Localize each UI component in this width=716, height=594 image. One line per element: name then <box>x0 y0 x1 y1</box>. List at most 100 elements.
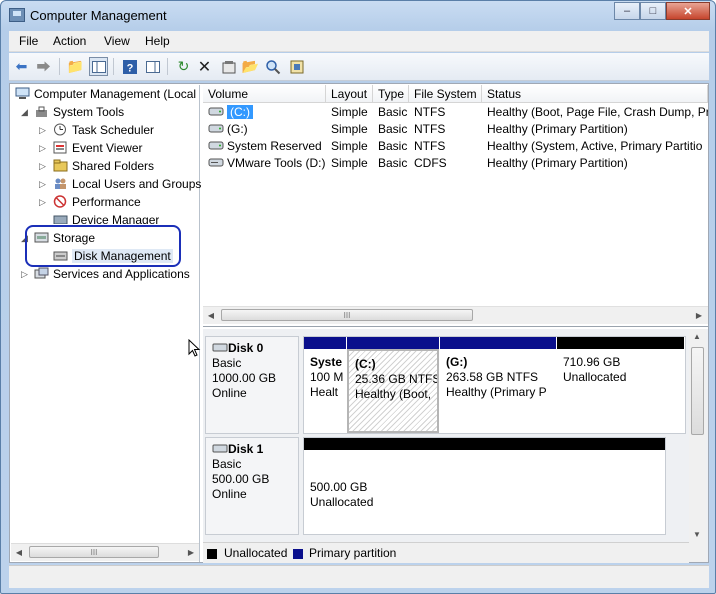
up-folder-icon[interactable]: 📁 <box>66 57 85 76</box>
tree-item-local-users-and-groups[interactable]: ▷ Local Users and Groups <box>39 176 201 193</box>
menu-help[interactable]: Help <box>145 34 170 48</box>
table-row[interactable]: VMware Tools (D:) <box>203 155 326 172</box>
users-icon <box>53 177 68 190</box>
tree-item-label: Local Users and Groups <box>72 177 202 191</box>
back-arrow-icon[interactable]: ⬅ <box>12 57 31 76</box>
maximize-button[interactable]: □ <box>640 2 666 20</box>
refresh-icon[interactable]: ↻ <box>174 57 193 76</box>
partition-size: 25.36 GB NTFS <box>355 372 439 386</box>
partition-size: 500.00 GB <box>310 480 368 494</box>
partition-unallocated[interactable]: 500.00 GB Unallocated <box>304 438 665 534</box>
disk-icon <box>212 444 228 453</box>
disk-1-info[interactable]: Disk 1 Basic 500.00 GB Online <box>205 437 299 535</box>
drive-icon <box>208 141 224 150</box>
cell-status: Healthy (Boot, Page File, Crash Dump, Pr… <box>487 105 708 119</box>
volume-name: VMware Tools (D:) <box>227 156 326 170</box>
table-row[interactable]: System Reserved <box>203 138 326 155</box>
device-manager-icon <box>53 213 68 224</box>
expand-arrow-icon[interactable]: ▷ <box>39 194 46 211</box>
partition-label: (G:) <box>446 355 468 369</box>
column-header-volume[interactable]: Volume <box>203 85 326 103</box>
event-viewer-icon <box>53 141 68 154</box>
partition-c[interactable]: (C:) 25.36 GB NTFS Healthy (Boot, <box>347 337 439 433</box>
cell-status: Healthy (Primary Partition) <box>487 156 628 170</box>
details-pane: Volume Layout Type File System Status (C… <box>203 85 708 563</box>
cell-status: Healthy (System, Active, Primary Partiti… <box>487 139 703 153</box>
partition-g[interactable]: (G:) 263.58 GB NTFS Healthy (Primary P <box>440 337 556 433</box>
menu-view[interactable]: View <box>104 34 130 48</box>
close-button[interactable]: ✕ <box>666 2 710 20</box>
legend-primary-label: Primary partition <box>309 546 397 560</box>
tree-item-device-manager[interactable]: Device Manager <box>39 212 159 224</box>
forward-arrow-icon[interactable]: ⮕ <box>34 57 53 76</box>
tree-item-event-viewer[interactable]: ▷ Event Viewer <box>39 140 142 157</box>
delete-icon[interactable]: ✕ <box>195 57 214 76</box>
scroll-thumb[interactable]: III <box>29 546 159 558</box>
volume-name: (C:) <box>227 105 253 119</box>
scroll-left-icon[interactable]: ◀ <box>11 545 27 560</box>
scroll-thumb[interactable]: III <box>221 309 473 321</box>
expand-arrow-icon[interactable]: ▷ <box>21 266 28 283</box>
column-header-status[interactable]: Status <box>482 85 708 103</box>
expand-arrow-icon[interactable]: ▷ <box>39 140 46 157</box>
column-header-layout[interactable]: Layout <box>326 85 373 103</box>
show-hide-action-pane-icon[interactable] <box>143 57 162 76</box>
tree-item-performance[interactable]: ▷ Performance <box>39 194 141 211</box>
collapse-arrow-icon[interactable]: ◢ <box>21 104 28 121</box>
partition-size: 710.96 GB <box>563 355 621 369</box>
scroll-left-icon[interactable]: ◀ <box>203 308 219 323</box>
menu-bar: File Action View Help <box>9 31 709 52</box>
partition-label: (C:) <box>355 357 376 371</box>
disk-type: Basic <box>212 457 242 471</box>
column-header-type[interactable]: Type <box>373 85 409 103</box>
tree-item-label: Shared Folders <box>72 159 155 173</box>
tree-root[interactable]: Computer Management (Local <box>15 86 196 103</box>
search-icon[interactable] <box>263 57 282 76</box>
expand-arrow-icon[interactable]: ▷ <box>39 158 46 175</box>
disk-state: Online <box>212 487 247 501</box>
cell-layout: Simple <box>331 105 368 119</box>
cell-file-system: NTFS <box>414 139 446 153</box>
scroll-right-icon[interactable]: ▶ <box>183 545 199 560</box>
menu-file[interactable]: File <box>19 34 38 48</box>
legend-unallocated-label: Unallocated <box>224 546 288 560</box>
disk-0-info[interactable]: Disk 0 Basic 1000.00 GB Online <box>205 336 299 434</box>
table-row[interactable]: (G:) <box>203 121 326 138</box>
partition-unallocated[interactable]: 710.96 GB Unallocated <box>557 337 684 433</box>
volume-list: Volume Layout Type File System Status (C… <box>203 85 708 327</box>
title-bar[interactable]: Computer Management – □ ✕ <box>1 1 715 31</box>
tree-system-tools[interactable]: ◢ System Tools <box>21 104 124 121</box>
scroll-thumb[interactable] <box>691 347 704 435</box>
cell-status: Healthy (Primary Partition) <box>487 122 628 136</box>
expand-arrow-icon[interactable]: ▷ <box>39 176 46 193</box>
clock-icon <box>53 123 68 136</box>
scroll-right-icon[interactable]: ▶ <box>691 308 707 323</box>
partition-label: Syste <box>310 355 343 369</box>
tree-services-and-applications[interactable]: ▷ Services and Applications <box>21 266 190 283</box>
table-row[interactable]: (C:) <box>203 104 326 121</box>
unallocated-bar <box>304 438 665 450</box>
menu-action[interactable]: Action <box>53 34 86 48</box>
expand-arrow-icon[interactable]: ▷ <box>39 122 46 139</box>
primary-partition-swatch <box>293 549 303 559</box>
tree-item-shared-folders[interactable]: ▷ Shared Folders <box>39 158 154 175</box>
volume-list-horizontal-scrollbar[interactable]: ◀ III ▶ <box>203 306 708 324</box>
open-icon[interactable]: 📂 <box>241 57 260 76</box>
scroll-down-icon[interactable]: ▼ <box>689 527 705 542</box>
properties-icon[interactable] <box>219 57 238 76</box>
help-icon[interactable]: ? <box>120 57 139 76</box>
minimize-button[interactable]: – <box>614 2 640 20</box>
cell-type: Basic <box>378 139 408 153</box>
show-hide-tree-icon[interactable] <box>89 57 108 76</box>
partition-status: Healthy (Primary P <box>446 385 547 399</box>
tree-horizontal-scrollbar[interactable]: ◀ III ▶ <box>11 543 199 561</box>
cell-layout: Simple <box>331 156 368 170</box>
disk-0-partitions: Syste 100 M Healt (C:) 25.36 GB NTFS Healthy… <box>303 336 686 434</box>
export-icon[interactable] <box>287 57 306 76</box>
tree-item-task-scheduler[interactable]: ▷ Task Scheduler <box>39 122 154 139</box>
partition-system-reserved[interactable]: Syste 100 M Healt <box>304 337 346 433</box>
column-header-file-system[interactable]: File System <box>409 85 482 103</box>
status-bar <box>9 565 709 588</box>
scroll-up-icon[interactable]: ▲ <box>689 329 705 344</box>
disk-view-vertical-scrollbar[interactable]: ▲ ▼ <box>689 329 706 562</box>
